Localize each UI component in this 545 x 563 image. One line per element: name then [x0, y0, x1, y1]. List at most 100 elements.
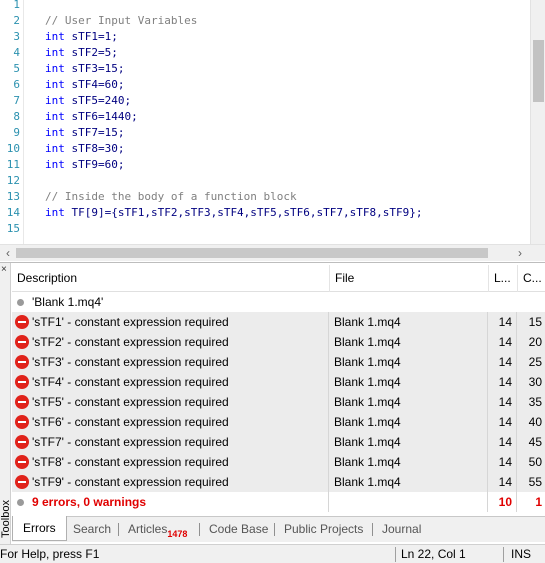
code-keyword: int [45, 30, 65, 43]
row-column: 45 [528, 435, 542, 449]
code-keyword: int [45, 142, 65, 155]
row-description: 'sTF2' - constant expression required [12, 332, 329, 352]
line-number: 13 [6, 190, 20, 203]
line-number: 4 [13, 46, 20, 59]
row-file: Blank 1.mq4 [330, 432, 488, 452]
vertical-scrollbar-thumb[interactable] [533, 40, 544, 102]
code-line: int sTF9=60; [45, 157, 124, 173]
table-row[interactable]: 'sTF9' - constant expression required Bl… [12, 472, 545, 492]
row-description: 'sTF5' - constant expression required [12, 392, 329, 412]
row-line: 14 [489, 412, 517, 432]
tab-separator [372, 523, 373, 536]
row-line: 14 [489, 312, 517, 332]
status-help-text: For Help, press F1 [0, 547, 100, 561]
row-column: 20 [528, 335, 542, 349]
tab-public-projects[interactable]: Public Projects [284, 517, 363, 541]
row-column: 50 [528, 455, 542, 469]
row-file: Blank 1.mq4 [330, 452, 488, 472]
code-text: sTF2=5; [64, 46, 118, 59]
code-editor[interactable]: 1 2 3 4 5 6 7 8 9 10 11 12 13 14 15 // U… [0, 0, 545, 244]
row-line: 14 [489, 432, 517, 452]
row-description: 'Blank 1.mq4' [32, 295, 104, 309]
code-text: sTF3=15; [64, 62, 125, 75]
line-number: 15 [6, 222, 20, 235]
horizontal-scrollbar-thumb[interactable] [16, 248, 488, 258]
row-description: 'sTF9' - constant expression required [12, 472, 329, 492]
code-line: int sTF7=15; [45, 125, 124, 141]
row-file: Blank 1.mq4 [330, 372, 488, 392]
errors-table: Description File L... C... 'Blank 1.mq4'… [12, 265, 545, 512]
code-comment: // User Input Variables [45, 14, 198, 27]
tab-journal[interactable]: Journal [382, 517, 421, 541]
line-number: 11 [6, 158, 20, 171]
table-row[interactable]: 'sTF1' - constant expression required Bl… [12, 312, 545, 332]
articles-count-badge: 1478 [167, 529, 188, 539]
scroll-right-icon[interactable]: › [512, 245, 528, 261]
tab-search[interactable]: Search [73, 517, 111, 541]
table-row[interactable]: 'sTF4' - constant expression required Bl… [12, 372, 545, 392]
line-number-gutter: 1 2 3 4 5 6 7 8 9 10 11 12 13 14 15 [0, 0, 24, 244]
column-header-description[interactable]: Description [12, 265, 330, 292]
line-number: 7 [13, 94, 20, 107]
code-text: sTF4=60; [64, 78, 125, 91]
row-column: 55 [528, 475, 542, 489]
code-line: int sTF1=1; [45, 29, 118, 45]
row-line: 14 [489, 452, 517, 472]
table-row[interactable]: 'sTF8' - constant expression required Bl… [12, 452, 545, 472]
code-line: int sTF2=5; [45, 45, 118, 61]
table-row[interactable]: 'sTF3' - constant expression required Bl… [12, 352, 545, 372]
line-number: 5 [13, 62, 20, 75]
tab-separator [118, 523, 119, 536]
code-line: int TF[9]={sTF1,sTF2,sTF3,sTF4,sTF5,sTF6… [45, 205, 423, 221]
table-row[interactable]: 'sTF2' - constant expression required Bl… [12, 332, 545, 352]
table-row[interactable]: 'sTF7' - constant expression required Bl… [12, 432, 545, 452]
tab-separator [199, 523, 200, 536]
tab-separator [274, 523, 275, 536]
code-keyword: int [45, 62, 65, 75]
row-description: 'sTF8' - constant expression required [12, 452, 329, 472]
close-icon[interactable]: × [1, 265, 7, 275]
tab-errors[interactable]: Errors [12, 516, 67, 541]
row-line: 14 [489, 372, 517, 392]
table-row[interactable]: 'Blank 1.mq4' [12, 292, 545, 312]
column-header-line[interactable]: L... [489, 265, 518, 292]
code-keyword: int [45, 126, 65, 139]
scroll-left-icon[interactable]: ‹ [0, 245, 16, 261]
line-number: 2 [13, 14, 20, 27]
row-line: 14 [489, 392, 517, 412]
code-keyword: int [45, 110, 65, 123]
row-file: Blank 1.mq4 [330, 392, 488, 412]
line-number: 8 [13, 110, 20, 123]
toolbox-panel: × Toolbox Description File L... C... 'Bl… [0, 262, 545, 545]
vertical-scrollbar[interactable] [530, 0, 545, 244]
code-text: sTF9=60; [64, 158, 125, 171]
line-number: 3 [13, 30, 20, 43]
row-file: Blank 1.mq4 [330, 352, 488, 372]
summary-column: 1 [535, 495, 542, 509]
code-keyword: int [45, 158, 65, 171]
column-header-column[interactable]: C... [518, 265, 545, 292]
row-file: Blank 1.mq4 [330, 312, 488, 332]
code-line: int sTF8=30; [45, 141, 124, 157]
table-row[interactable]: 'sTF5' - constant expression required Bl… [12, 392, 545, 412]
row-line: 14 [489, 472, 517, 492]
column-header-file[interactable]: File [330, 265, 489, 292]
toolbox-label: Toolbox [0, 500, 12, 538]
row-file: Blank 1.mq4 [330, 472, 488, 492]
status-separator [395, 547, 396, 562]
code-text: sTF7=15; [64, 126, 125, 139]
line-number: 14 [6, 206, 20, 219]
tab-codebase[interactable]: Code Base [209, 517, 268, 541]
row-description: 'sTF1' - constant expression required [12, 312, 329, 332]
line-number: 1 [13, 0, 20, 11]
table-row[interactable]: 'sTF6' - constant expression required Bl… [12, 412, 545, 432]
summary-row[interactable]: 9 errors, 0 warnings 10 1 [12, 492, 545, 512]
row-file: Blank 1.mq4 [330, 412, 488, 432]
status-cursor-position: Ln 22, Col 1 [401, 547, 466, 561]
table-header: Description File L... C... [12, 265, 545, 292]
row-column: 15 [528, 315, 542, 329]
code-keyword: int [45, 94, 65, 107]
horizontal-scrollbar[interactable]: ‹ › [0, 244, 545, 261]
summary-file [330, 492, 488, 512]
tab-articles[interactable]: Articles1478 [128, 517, 187, 541]
